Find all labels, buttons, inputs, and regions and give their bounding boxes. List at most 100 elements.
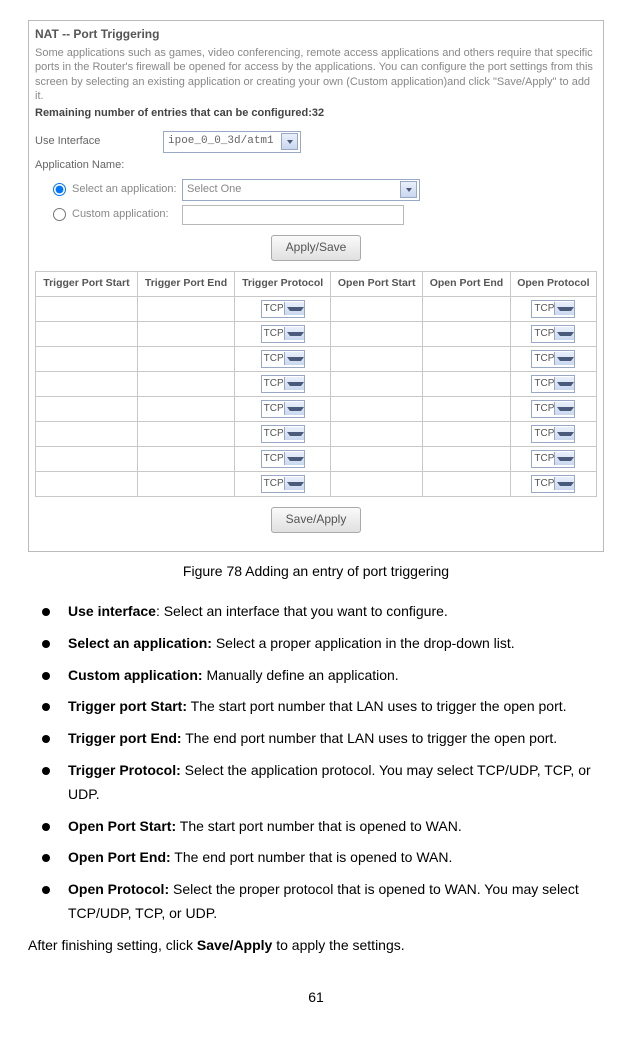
protocol-value: TCP bbox=[532, 326, 554, 342]
use-interface-label: Use Interface bbox=[35, 133, 163, 151]
port-cell[interactable] bbox=[423, 321, 511, 346]
application-name-label: Application Name: bbox=[35, 157, 163, 175]
port-cell[interactable] bbox=[423, 471, 511, 496]
custom-application-input[interactable] bbox=[182, 205, 404, 225]
protocol-value: TCP bbox=[262, 451, 284, 467]
port-cell[interactable] bbox=[137, 471, 234, 496]
list-item-desc: The end port number that is opened to WA… bbox=[171, 849, 453, 865]
protocol-value: TCP bbox=[532, 476, 554, 492]
protocol-value: TCP bbox=[262, 376, 284, 392]
trigger-protocol-select[interactable]: TCP bbox=[261, 325, 305, 343]
port-cell[interactable] bbox=[137, 321, 234, 346]
chevron-down-icon bbox=[554, 327, 574, 340]
list-item: Open Port End: The end port number that … bbox=[28, 846, 604, 870]
col-open-protocol: Open Protocol bbox=[510, 271, 596, 296]
open-protocol-select[interactable]: TCP bbox=[531, 425, 575, 443]
port-cell[interactable] bbox=[331, 346, 423, 371]
table-row: TCP TCP bbox=[36, 346, 597, 371]
port-cell[interactable] bbox=[331, 421, 423, 446]
table-row: TCP TCP bbox=[36, 321, 597, 346]
col-open-port-end: Open Port End bbox=[423, 271, 511, 296]
chevron-down-icon bbox=[284, 477, 304, 490]
list-item-desc: The start port number that is opened to … bbox=[176, 818, 462, 834]
list-item-term: Trigger port Start: bbox=[68, 698, 187, 714]
port-cell[interactable] bbox=[137, 371, 234, 396]
port-cell[interactable] bbox=[137, 421, 234, 446]
port-cell[interactable] bbox=[331, 371, 423, 396]
protocol-value: TCP bbox=[262, 426, 284, 442]
port-cell[interactable] bbox=[36, 396, 138, 421]
protocol-value: TCP bbox=[532, 351, 554, 367]
col-trigger-port-end: Trigger Port End bbox=[137, 271, 234, 296]
port-cell[interactable] bbox=[137, 346, 234, 371]
port-cell[interactable] bbox=[36, 371, 138, 396]
chevron-down-icon bbox=[284, 452, 304, 465]
port-cell[interactable] bbox=[331, 396, 423, 421]
trigger-protocol-select[interactable]: TCP bbox=[261, 300, 305, 318]
open-protocol-select[interactable]: TCP bbox=[531, 350, 575, 368]
port-cell[interactable] bbox=[36, 296, 138, 321]
chevron-down-icon bbox=[554, 302, 574, 315]
chevron-down-icon bbox=[554, 352, 574, 365]
protocol-value: TCP bbox=[262, 301, 284, 317]
chevron-down-icon bbox=[284, 352, 304, 365]
after-save-apply: Save/Apply bbox=[197, 937, 272, 953]
list-item-desc: Select a proper application in the drop-… bbox=[212, 635, 515, 651]
port-table: Trigger Port Start Trigger Port End Trig… bbox=[35, 271, 597, 497]
port-cell[interactable] bbox=[423, 421, 511, 446]
port-cell[interactable] bbox=[331, 471, 423, 496]
select-application-select[interactable]: Select One bbox=[182, 179, 420, 201]
port-cell[interactable] bbox=[423, 371, 511, 396]
use-interface-value: ipoe_0_0_3d/atm1 bbox=[168, 133, 274, 151]
open-protocol-select[interactable]: TCP bbox=[531, 375, 575, 393]
use-interface-select[interactable]: ipoe_0_0_3d/atm1 bbox=[163, 131, 301, 153]
list-item-term: Open Port Start: bbox=[68, 818, 176, 834]
protocol-value: TCP bbox=[532, 401, 554, 417]
open-protocol-select[interactable]: TCP bbox=[531, 475, 575, 493]
custom-application-radio[interactable] bbox=[53, 208, 66, 221]
table-row: TCP TCP bbox=[36, 396, 597, 421]
trigger-protocol-select[interactable]: TCP bbox=[261, 425, 305, 443]
col-trigger-port-start: Trigger Port Start bbox=[36, 271, 138, 296]
figure-caption: Figure 78 Adding an entry of port trigge… bbox=[28, 560, 604, 582]
chevron-down-icon bbox=[284, 402, 304, 415]
port-cell[interactable] bbox=[36, 346, 138, 371]
port-cell[interactable] bbox=[137, 296, 234, 321]
chevron-down-icon bbox=[400, 181, 417, 198]
trigger-protocol-select[interactable]: TCP bbox=[261, 450, 305, 468]
apply-save-button[interactable]: Apply/Save bbox=[271, 235, 362, 261]
list-item-term: Custom application: bbox=[68, 667, 203, 683]
port-cell[interactable] bbox=[331, 296, 423, 321]
trigger-protocol-select[interactable]: TCP bbox=[261, 350, 305, 368]
table-row: TCP TCP bbox=[36, 421, 597, 446]
port-cell[interactable] bbox=[137, 446, 234, 471]
protocol-value: TCP bbox=[532, 426, 554, 442]
list-item: Trigger port Start: The start port numbe… bbox=[28, 695, 604, 719]
port-cell[interactable] bbox=[423, 346, 511, 371]
port-cell[interactable] bbox=[36, 421, 138, 446]
chevron-down-icon bbox=[554, 402, 574, 415]
trigger-protocol-select[interactable]: TCP bbox=[261, 475, 305, 493]
open-protocol-select[interactable]: TCP bbox=[531, 450, 575, 468]
chevron-down-icon bbox=[284, 427, 304, 440]
save-apply-button[interactable]: Save/Apply bbox=[271, 507, 362, 533]
port-cell[interactable] bbox=[423, 296, 511, 321]
port-cell[interactable] bbox=[137, 396, 234, 421]
open-protocol-select[interactable]: TCP bbox=[531, 325, 575, 343]
screenshot-description: Some applications such as games, video c… bbox=[35, 46, 597, 103]
trigger-protocol-select[interactable]: TCP bbox=[261, 375, 305, 393]
chevron-down-icon bbox=[554, 427, 574, 440]
trigger-protocol-select[interactable]: TCP bbox=[261, 400, 305, 418]
port-cell[interactable] bbox=[36, 471, 138, 496]
port-cell[interactable] bbox=[331, 321, 423, 346]
select-application-radio[interactable] bbox=[53, 183, 66, 196]
open-protocol-select[interactable]: TCP bbox=[531, 300, 575, 318]
port-cell[interactable] bbox=[423, 446, 511, 471]
port-cell[interactable] bbox=[36, 446, 138, 471]
list-item-term: Open Protocol: bbox=[68, 881, 169, 897]
port-cell[interactable] bbox=[36, 321, 138, 346]
port-cell[interactable] bbox=[423, 396, 511, 421]
port-cell[interactable] bbox=[331, 446, 423, 471]
list-item: Trigger port End: The end port number th… bbox=[28, 727, 604, 751]
open-protocol-select[interactable]: TCP bbox=[531, 400, 575, 418]
